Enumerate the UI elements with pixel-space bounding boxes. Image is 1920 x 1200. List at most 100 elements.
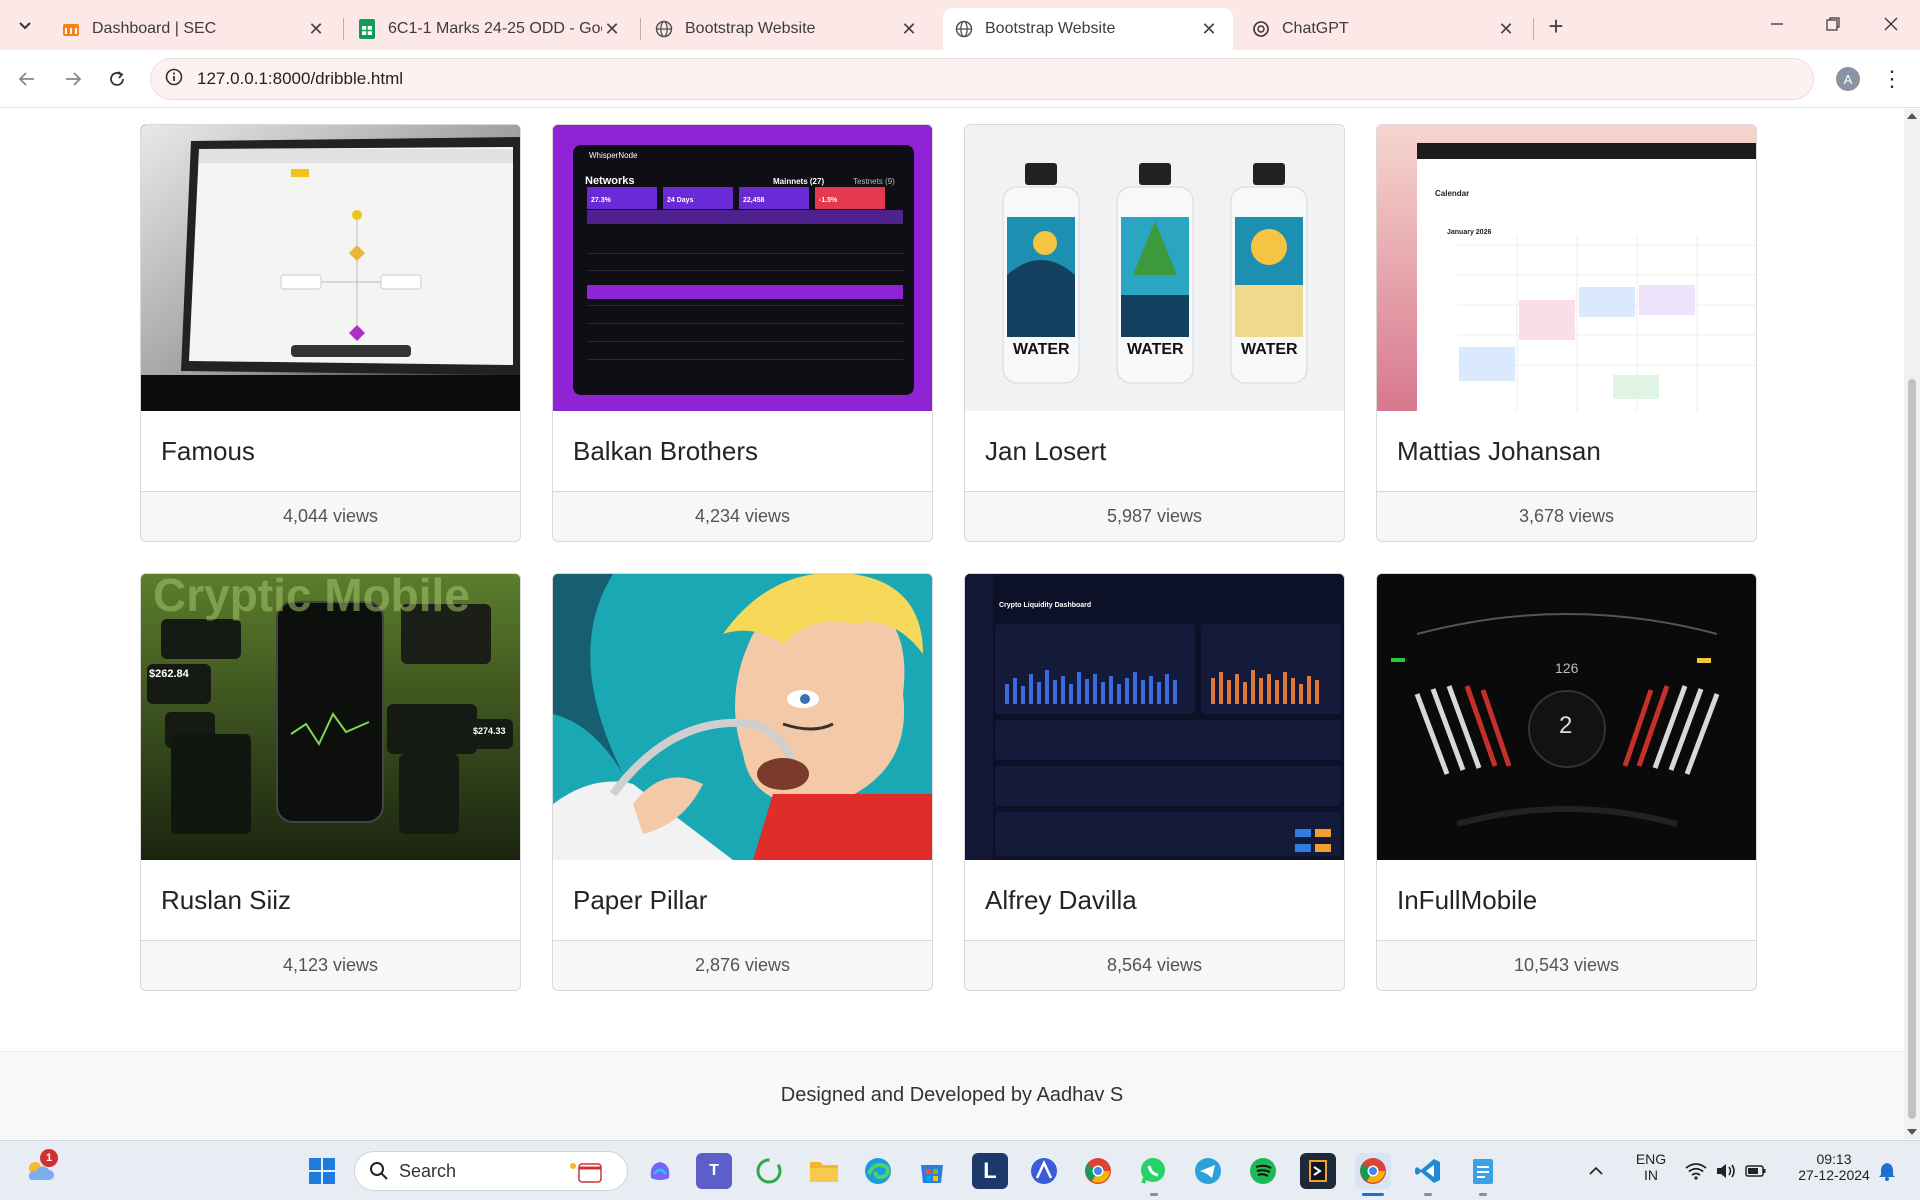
networks-heading: Networks — [585, 175, 635, 187]
copilot-icon[interactable] — [642, 1153, 678, 1189]
globe-icon — [655, 20, 673, 38]
telegram-icon[interactable] — [1190, 1153, 1226, 1189]
close-tab-icon[interactable]: ✕ — [1199, 19, 1219, 39]
scroll-down-arrow-icon[interactable] — [1907, 1129, 1917, 1135]
shot-card[interactable]: Crypto Liquidity Dashboard Alfrey Davill… — [964, 573, 1345, 991]
globe-icon — [955, 20, 973, 38]
clock-date: 27-12-2024 — [1798, 1167, 1870, 1183]
calendar-app-image — [1377, 125, 1756, 411]
shot-thumbnail[interactable]: Cryptic Mobile $262.84 $274.33 — [141, 574, 520, 860]
tab-marks-sheet[interactable]: 6C1-1 Marks 24-25 ODD - Goo ✕ — [346, 8, 636, 50]
url-text[interactable]: 127.0.0.1:8000/dribble.html — [197, 69, 403, 89]
shot-card[interactable]: 126 2 InFullMobile 10,543 views — [1376, 573, 1757, 991]
close-tab-icon[interactable]: ✕ — [602, 19, 622, 39]
page-viewport: Famous 4,044 views WhisperNode Networks … — [0, 109, 1920, 1139]
card-title[interactable]: Paper Pillar — [553, 860, 932, 940]
windows-taskbar: 1 Search T L ENG IN 09:13 27-12-2024 — [0, 1140, 1920, 1200]
terminal-app-icon[interactable] — [1300, 1153, 1336, 1189]
shot-card[interactable]: Famous 4,044 views — [140, 124, 521, 542]
shot-card[interactable]: WATER WATER WATER Jan Losert 5,987 views — [964, 124, 1345, 542]
spotify-icon[interactable] — [1245, 1153, 1281, 1189]
tab-divider — [1533, 18, 1534, 40]
notification-bell-icon[interactable] — [1874, 1153, 1900, 1189]
card-title[interactable]: InFullMobile — [1377, 860, 1756, 940]
testnets-label: Testnets (9) — [853, 177, 895, 186]
l-app-icon[interactable]: L — [972, 1153, 1008, 1189]
browser-menu-icon[interactable]: ⋮ — [1880, 64, 1904, 94]
affinity-app-icon[interactable] — [1026, 1153, 1062, 1189]
card-title[interactable]: Ruslan Siiz — [141, 860, 520, 940]
shot-thumbnail[interactable]: Crypto Liquidity Dashboard — [965, 574, 1344, 860]
shot-thumbnail[interactable]: WATER WATER WATER — [965, 125, 1344, 411]
card-title[interactable]: Jan Losert — [965, 411, 1344, 491]
edge-icon[interactable] — [860, 1153, 896, 1189]
taskbar-clock[interactable]: 09:13 27-12-2024 — [1784, 1151, 1884, 1183]
shot-card[interactable]: Paper Pillar 2,876 views — [552, 573, 933, 991]
dashboard-heading: Crypto Liquidity Dashboard — [999, 602, 1092, 609]
whatsapp-icon[interactable] — [1135, 1153, 1171, 1189]
reload-icon[interactable] — [102, 64, 132, 94]
card-views: 4,044 views — [141, 491, 520, 541]
wifi-icon[interactable] — [1682, 1153, 1710, 1189]
refresh-app-icon[interactable] — [751, 1153, 787, 1189]
tab-bootstrap-website-active[interactable]: Bootstrap Website ✕ — [943, 8, 1233, 50]
scroll-up-arrow-icon[interactable] — [1907, 113, 1917, 119]
shot-thumbnail[interactable] — [141, 125, 520, 411]
profile-avatar[interactable]: A — [1836, 67, 1860, 91]
vscode-icon[interactable] — [1410, 1153, 1446, 1189]
page-scrollbar[interactable] — [1904, 109, 1920, 1139]
scrollbar-thumb[interactable] — [1908, 379, 1916, 1119]
sheets-icon — [358, 19, 376, 39]
microsoft-store-icon[interactable] — [914, 1153, 950, 1189]
file-explorer-icon[interactable] — [806, 1153, 842, 1189]
windows-start-icon[interactable] — [304, 1153, 340, 1189]
shot-thumbnail[interactable]: Calendar January 2026 — [1377, 125, 1756, 411]
volume-icon[interactable] — [1712, 1153, 1740, 1189]
card-title[interactable]: Famous — [141, 411, 520, 491]
card-title[interactable]: Mattias Johansan — [1377, 411, 1756, 491]
new-tab-plus-icon[interactable]: + — [1542, 11, 1570, 41]
close-tab-icon[interactable]: ✕ — [306, 19, 326, 39]
chrome-profile-icon[interactable] — [1355, 1153, 1391, 1189]
teams-icon[interactable]: T — [696, 1153, 732, 1189]
app-active-indicator — [1362, 1193, 1384, 1196]
tab-divider — [640, 18, 641, 40]
tab-bootstrap-website[interactable]: Bootstrap Website ✕ — [643, 8, 933, 50]
close-tab-icon[interactable]: ✕ — [899, 19, 919, 39]
region-code: IN — [1644, 1167, 1658, 1183]
forward-arrow-icon[interactable] — [58, 64, 88, 94]
shot-card[interactable]: Cryptic Mobile $262.84 $274.33 Ruslan Si… — [140, 573, 521, 991]
chrome-icon[interactable] — [1080, 1153, 1116, 1189]
close-tab-icon[interactable]: ✕ — [1496, 19, 1516, 39]
tab-search-button[interactable] — [8, 10, 42, 40]
input-language[interactable]: ENG IN — [1628, 1151, 1674, 1183]
bottle-label: WATER — [1013, 341, 1070, 358]
shots-grid: Famous 4,044 views WhisperNode Networks … — [140, 124, 1762, 991]
tab-dashboard-sec[interactable]: Dashboard | SEC ✕ — [50, 8, 340, 50]
show-hidden-icons-chevron-icon[interactable] — [1584, 1153, 1608, 1189]
footer-credit: Designed and Developed by Aadhav S — [780, 1084, 1124, 1106]
mainnets-label: Mainnets (27) — [773, 177, 825, 186]
tab-chatgpt[interactable]: ChatGPT ✕ — [1240, 8, 1530, 50]
card-title[interactable]: Balkan Brothers — [553, 411, 932, 491]
shot-thumbnail[interactable]: WhisperNode Networks Mainnets (27) Testn… — [553, 125, 932, 411]
site-info-icon[interactable] — [165, 68, 183, 91]
weather-icon[interactable]: 1 — [22, 1149, 58, 1189]
minimize-window-icon[interactable] — [1754, 8, 1800, 40]
back-arrow-icon[interactable] — [12, 64, 42, 94]
restore-window-icon[interactable] — [1810, 8, 1856, 40]
battery-icon[interactable] — [1742, 1153, 1770, 1189]
browser-toolbar: 127.0.0.1:8000/dribble.html A ⋮ — [0, 50, 1920, 108]
shot-thumbnail[interactable] — [553, 574, 932, 860]
search-highlight-icon — [570, 1163, 602, 1183]
shot-card[interactable]: WhisperNode Networks Mainnets (27) Testn… — [552, 124, 933, 542]
close-window-icon[interactable] — [1868, 8, 1914, 40]
language-code: ENG — [1635, 1151, 1667, 1167]
taskbar-search-box[interactable]: Search — [354, 1151, 628, 1191]
card-title[interactable]: Alfrey Davilla — [965, 860, 1344, 940]
notepad-icon[interactable] — [1465, 1153, 1501, 1189]
shot-thumbnail[interactable]: 126 2 — [1377, 574, 1756, 860]
shot-card[interactable]: Calendar January 2026 Mattias Johansan 3… — [1376, 124, 1757, 542]
address-bar[interactable]: 127.0.0.1:8000/dribble.html — [150, 58, 1814, 100]
card-views: 4,123 views — [141, 940, 520, 990]
